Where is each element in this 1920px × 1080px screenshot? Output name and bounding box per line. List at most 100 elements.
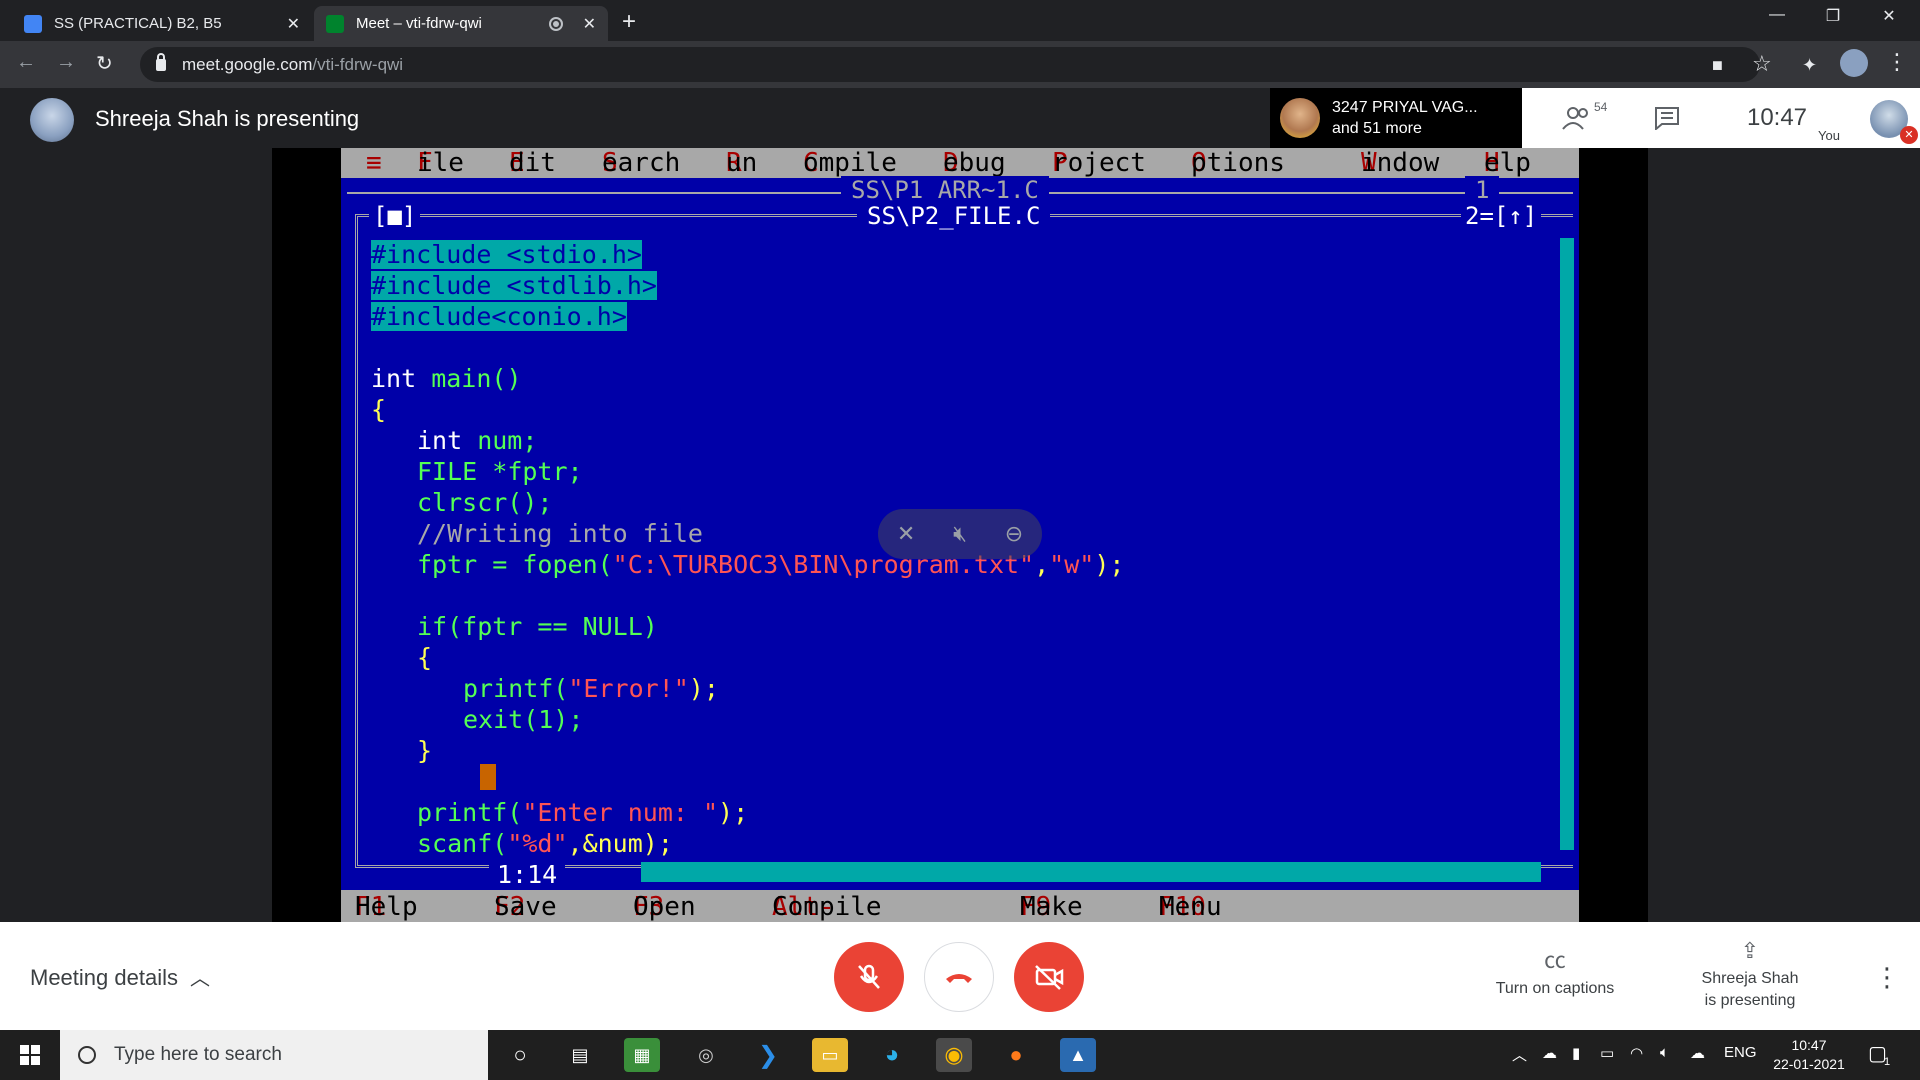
url-host: meet.google.com xyxy=(182,54,313,74)
volume-icon[interactable]: 🔈︎ xyxy=(1660,1044,1669,1061)
code-line[interactable]: exit(1); xyxy=(463,705,583,734)
taskbar-search[interactable]: Type here to search xyxy=(60,1030,488,1080)
mute-presenter-icon[interactable]: 🔇︎ xyxy=(953,521,967,547)
tab-ss-practical[interactable]: SS (PRACTICAL) B2, B5 ✕ xyxy=(12,6,312,41)
cortana-icon[interactable]: ○ xyxy=(502,1038,538,1072)
presenting-status: is presenting xyxy=(1704,992,1796,1009)
horizontal-scrollbar[interactable] xyxy=(641,862,1541,882)
code-line[interactable]: int main() xyxy=(371,364,522,393)
new-tab-button[interactable]: + xyxy=(622,8,636,36)
taskbar-date: 22-01-2021 xyxy=(1773,1056,1845,1072)
window-number-zoom[interactable]: 2=[↑] xyxy=(1461,202,1542,230)
unpin-icon[interactable]: ✕ xyxy=(897,521,915,547)
classroom-favicon-icon xyxy=(24,14,42,33)
code-line[interactable]: //Writing into file xyxy=(417,519,703,548)
code-line[interactable]: scanf("%d",&num); xyxy=(417,829,673,858)
firefox-icon[interactable]: ● xyxy=(998,1038,1034,1072)
participant-name: 3247 PRIYAL VAG... xyxy=(1332,99,1478,116)
meet-top-bar: Shreeja Shah is presenting 3247 PRIYAL V… xyxy=(0,88,1920,148)
captions-button[interactable]: ㏄ Turn on captions xyxy=(1480,950,1630,1000)
people-icon xyxy=(1562,107,1588,130)
remove-icon[interactable]: ⊖ xyxy=(1005,521,1023,547)
chat-icon xyxy=(1655,107,1679,130)
tab-title: SS (PRACTICAL) B2, B5 xyxy=(54,15,222,32)
code-line[interactable]: FILE *fptr; xyxy=(417,457,583,486)
photos-icon[interactable]: ▲ xyxy=(1060,1038,1096,1072)
camera-toggle-button[interactable] xyxy=(1014,942,1084,1012)
participants-button[interactable]: 54 xyxy=(1542,88,1612,148)
participant-tile[interactable]: 3247 PRIYAL VAG... and 51 more xyxy=(1270,88,1522,148)
code-line[interactable]: #include <stdlib.h> xyxy=(371,271,657,300)
chrome-icon[interactable]: ◉ xyxy=(936,1038,972,1072)
microphone-icon[interactable]: ▮ xyxy=(1572,1044,1580,1062)
close-tab-icon[interactable]: ✕ xyxy=(583,14,596,34)
more-options-icon[interactable]: ⋮ xyxy=(1874,962,1900,993)
close-window-button[interactable]: ✕ xyxy=(1866,6,1912,26)
code-line[interactable]: { xyxy=(417,643,432,672)
participant-more: and 51 more xyxy=(1332,120,1422,137)
task-view-icon[interactable]: ▤ xyxy=(562,1038,598,1072)
bookmark-star-icon[interactable]: ☆ xyxy=(1752,51,1772,77)
captions-label: Turn on captions xyxy=(1495,980,1615,997)
you-label: You xyxy=(1818,128,1840,143)
windows-logo-icon xyxy=(20,1045,40,1065)
show-hidden-icons-icon[interactable]: ︿ xyxy=(1512,1044,1527,1065)
reload-icon[interactable]: ↻ xyxy=(96,51,113,76)
code-line[interactable]: { xyxy=(371,395,386,424)
notification-count: 1 xyxy=(1884,1056,1891,1068)
camera-off-icon xyxy=(1035,965,1064,990)
present-status-button[interactable]: ⇪ Shreeja Shah is presenting xyxy=(1680,940,1820,1012)
meeting-details-button[interactable]: Meeting details ︿ xyxy=(30,962,210,991)
back-icon[interactable]: ← xyxy=(16,51,36,74)
editor-window-title: SS\P2_FILE.C xyxy=(857,202,1051,230)
code-line[interactable]: #include<conio.h> xyxy=(371,302,627,331)
edge-icon[interactable]: ◕ xyxy=(874,1038,910,1072)
ide-menu-bar: ≡ File Edit Search Run Compile Debug Pro… xyxy=(341,148,1579,178)
vscode-icon[interactable]: ❯ xyxy=(750,1038,786,1072)
code-line[interactable]: printf("Enter num: "); xyxy=(417,798,748,827)
profile-avatar[interactable] xyxy=(1840,49,1868,77)
leave-call-button[interactable] xyxy=(924,942,994,1012)
forward-icon[interactable]: → xyxy=(56,51,76,74)
file-explorer-icon[interactable]: ▭ xyxy=(812,1038,848,1072)
language-indicator[interactable]: ENG xyxy=(1724,1044,1757,1061)
meeting-clock: 10:47 xyxy=(1722,88,1832,148)
lock-icon[interactable] xyxy=(156,52,166,71)
minimize-button[interactable]: — xyxy=(1754,6,1800,24)
url-path: /vti-fdrw-qwi xyxy=(312,54,404,74)
presentation-hover-toolbar: ✕ 🔇︎ ⊖ xyxy=(878,509,1042,559)
battery-icon[interactable]: ▭ xyxy=(1600,1044,1614,1062)
app-icon[interactable]: ◎ xyxy=(688,1038,724,1072)
address-bar[interactable]: meet.google.com/vti-fdrw-qwi xyxy=(140,47,1760,82)
code-line[interactable]: clrscr(); xyxy=(417,488,552,517)
chat-button[interactable] xyxy=(1632,88,1702,148)
extensions-icon[interactable]: ✦ xyxy=(1802,55,1817,76)
cloud-upload-icon[interactable]: ☁ xyxy=(1690,1044,1705,1062)
windows-taskbar: Type here to search ○ ▤ ▦ ◎ ❯ ▭ ◕ ◉ ● ▲ … xyxy=(0,1030,1920,1080)
wifi-icon[interactable]: ◠ xyxy=(1630,1044,1643,1062)
clock-time: 10:47 xyxy=(1746,104,1808,131)
browser-toolbar: ← → ↻ meet.google.com/vti-fdrw-qwi ■ ☆ ✦… xyxy=(0,41,1920,88)
code-line[interactable]: int num; xyxy=(417,426,537,455)
ide-status-bar: F1 Help F2 Save F3 Open Alt-F9 Compile F… xyxy=(341,890,1579,952)
tab-meet[interactable]: Meet – vti-fdrw-qwi ✕ xyxy=(314,6,608,41)
code-line[interactable]: if(fptr == NULL) xyxy=(417,612,658,641)
hang-up-icon xyxy=(946,974,972,983)
code-line[interactable]: #include <stdio.h> xyxy=(371,240,642,269)
code-line[interactable]: } xyxy=(417,736,432,765)
taskbar-clock[interactable]: 10:47 22-01-2021 xyxy=(1764,1036,1854,1074)
start-button[interactable] xyxy=(0,1030,60,1080)
restore-button[interactable]: ❐ xyxy=(1810,6,1856,26)
vertical-scrollbar[interactable] xyxy=(1560,238,1574,850)
code-line[interactable]: printf("Error!"); xyxy=(463,674,719,703)
close-tab-icon[interactable]: ✕ xyxy=(287,14,300,34)
onedrive-icon[interactable]: ☁ xyxy=(1542,1044,1557,1062)
mic-off-icon: ✕ xyxy=(1900,126,1918,144)
chevron-up-icon: ︿ xyxy=(189,968,210,990)
chrome-menu-icon[interactable]: ⋮ xyxy=(1886,49,1908,75)
recording-indicator-icon xyxy=(548,16,563,31)
camera-icon[interactable]: ■ xyxy=(1712,55,1723,76)
microphone-toggle-button[interactable] xyxy=(834,942,904,1012)
app-icon[interactable]: ▦ xyxy=(624,1038,660,1072)
window-close-button[interactable]: [■] xyxy=(369,202,421,230)
